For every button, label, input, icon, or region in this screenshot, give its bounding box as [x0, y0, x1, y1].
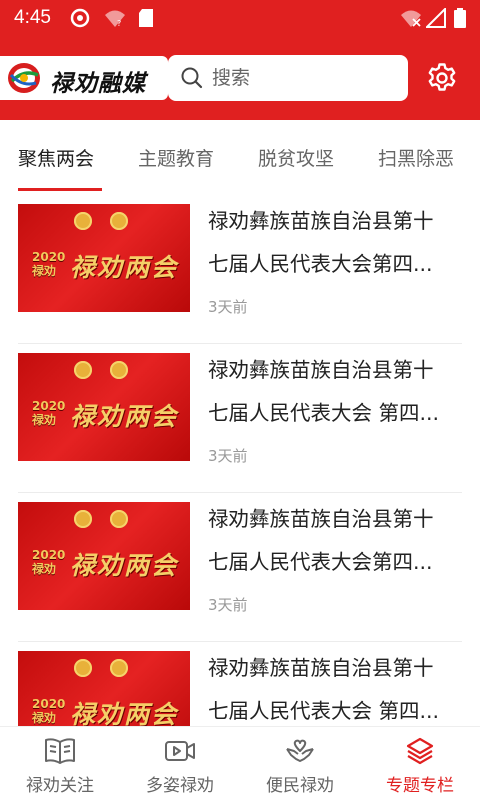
- nav-label: 多姿禄劝: [146, 776, 214, 796]
- gear-icon[interactable]: [426, 62, 458, 94]
- nav-item-lquan-focus[interactable]: 禄劝关注: [0, 727, 120, 800]
- emblem-icon: [74, 212, 92, 230]
- tab-focus-two-sessions[interactable]: 聚焦两会: [18, 144, 94, 171]
- thumb-year: 2020 禄劝: [32, 250, 66, 278]
- nav-label: 专题专栏: [386, 776, 454, 796]
- logo-text: 禄劝融媒: [50, 70, 146, 97]
- emblem-icon: [110, 212, 128, 230]
- list-item[interactable]: 2020 禄劝 禄劝两会 禄劝彝族苗族自治县第十 七届人民代表大会第四... 3天…: [18, 194, 462, 344]
- heart-hands-icon: [286, 739, 314, 762]
- sd-card-icon: [139, 9, 153, 27]
- thumb-year: 2020 禄劝: [32, 399, 66, 427]
- article-title: 禄劝彝族苗族自治县第十 七届人民代表大会 第四...: [208, 656, 440, 723]
- thumb-title: 禄劝两会: [70, 402, 179, 431]
- nav-item-diverse-lquan[interactable]: 多姿禄劝: [120, 727, 240, 800]
- app-logo[interactable]: 禄劝融媒: [0, 56, 168, 100]
- emblem-icon: [110, 659, 128, 677]
- status-time: 4:45: [14, 7, 51, 28]
- emblem-icon: [110, 361, 128, 379]
- nav-label: 禄劝关注: [26, 776, 94, 796]
- layers-icon: [406, 737, 434, 765]
- nav-item-special-topics[interactable]: 专题专栏: [360, 727, 480, 800]
- sync-icon: [70, 8, 90, 28]
- search-box[interactable]: [168, 55, 408, 101]
- battery-icon: [454, 8, 466, 28]
- wifi-off-icon: [401, 10, 421, 27]
- article-thumbnail: 2020 禄劝 禄劝两会: [18, 502, 190, 610]
- article-time: 3天前: [208, 298, 248, 316]
- thumb-year: 2020 禄劝: [32, 548, 66, 576]
- search-icon: [181, 67, 203, 89]
- status-bar: 4:45 ?: [0, 0, 480, 36]
- tab-anti-crime[interactable]: 扫黑除恶: [378, 144, 454, 171]
- emblem-icon: [74, 510, 92, 528]
- article-list: 2020 禄劝 禄劝两会 禄劝彝族苗族自治县第十 七届人民代表大会第四... 3天…: [0, 194, 480, 726]
- list-item[interactable]: 2020 禄劝 禄劝两会 禄劝彝族苗族自治县第十 七届人民代表大会 第四...: [18, 641, 462, 726]
- list-item[interactable]: 2020 禄劝 禄劝两会 禄劝彝族苗族自治县第十 七届人民代表大会 第四... 3…: [18, 343, 462, 493]
- emblem-icon: [74, 361, 92, 379]
- list-item[interactable]: 2020 禄劝 禄劝两会 禄劝彝族苗族自治县第十 七届人民代表大会第四... 3天…: [18, 492, 462, 642]
- tab-poverty-alleviation[interactable]: 脱贫攻坚: [258, 144, 334, 171]
- search-input[interactable]: [212, 63, 392, 93]
- svg-text:?: ?: [117, 19, 121, 28]
- thumb-title: 禄劝两会: [70, 700, 179, 726]
- article-thumbnail: 2020 禄劝 禄劝两会: [18, 204, 190, 312]
- article-time: 3天前: [208, 596, 248, 614]
- article-time: 3天前: [208, 447, 248, 465]
- thumb-title: 禄劝两会: [70, 253, 179, 282]
- article-title: 禄劝彝族苗族自治县第十 七届人民代表大会 第四...: [208, 358, 440, 425]
- category-tabs: 聚焦两会 主题教育 脱贫攻坚 扫黑除恶: [0, 120, 480, 194]
- nav-label: 便民禄劝: [266, 776, 334, 796]
- thumb-year: 2020 禄劝: [32, 697, 66, 725]
- wifi-unknown-icon: ?: [105, 10, 125, 28]
- app-header: 禄劝融媒: [0, 36, 480, 120]
- article-thumbnail: 2020 禄劝 禄劝两会: [18, 353, 190, 461]
- signal-icon: [426, 8, 446, 28]
- video-icon: [165, 741, 195, 761]
- tab-theme-education[interactable]: 主题教育: [138, 144, 214, 171]
- logo-mark-icon: [8, 63, 40, 93]
- emblem-icon: [110, 510, 128, 528]
- article-title: 禄劝彝族苗族自治县第十 七届人民代表大会第四...: [208, 507, 434, 574]
- article-title: 禄劝彝族苗族自治县第十 七届人民代表大会第四...: [208, 209, 434, 276]
- book-icon: [45, 738, 75, 764]
- article-thumbnail: 2020 禄劝 禄劝两会: [18, 651, 190, 726]
- thumb-title: 禄劝两会: [70, 551, 179, 580]
- nav-item-convenience[interactable]: 便民禄劝: [240, 727, 360, 800]
- active-tab-indicator: [18, 188, 102, 191]
- emblem-icon: [74, 659, 92, 677]
- bottom-nav: 禄劝关注 多姿禄劝 便民禄劝 专题专栏: [0, 726, 480, 800]
